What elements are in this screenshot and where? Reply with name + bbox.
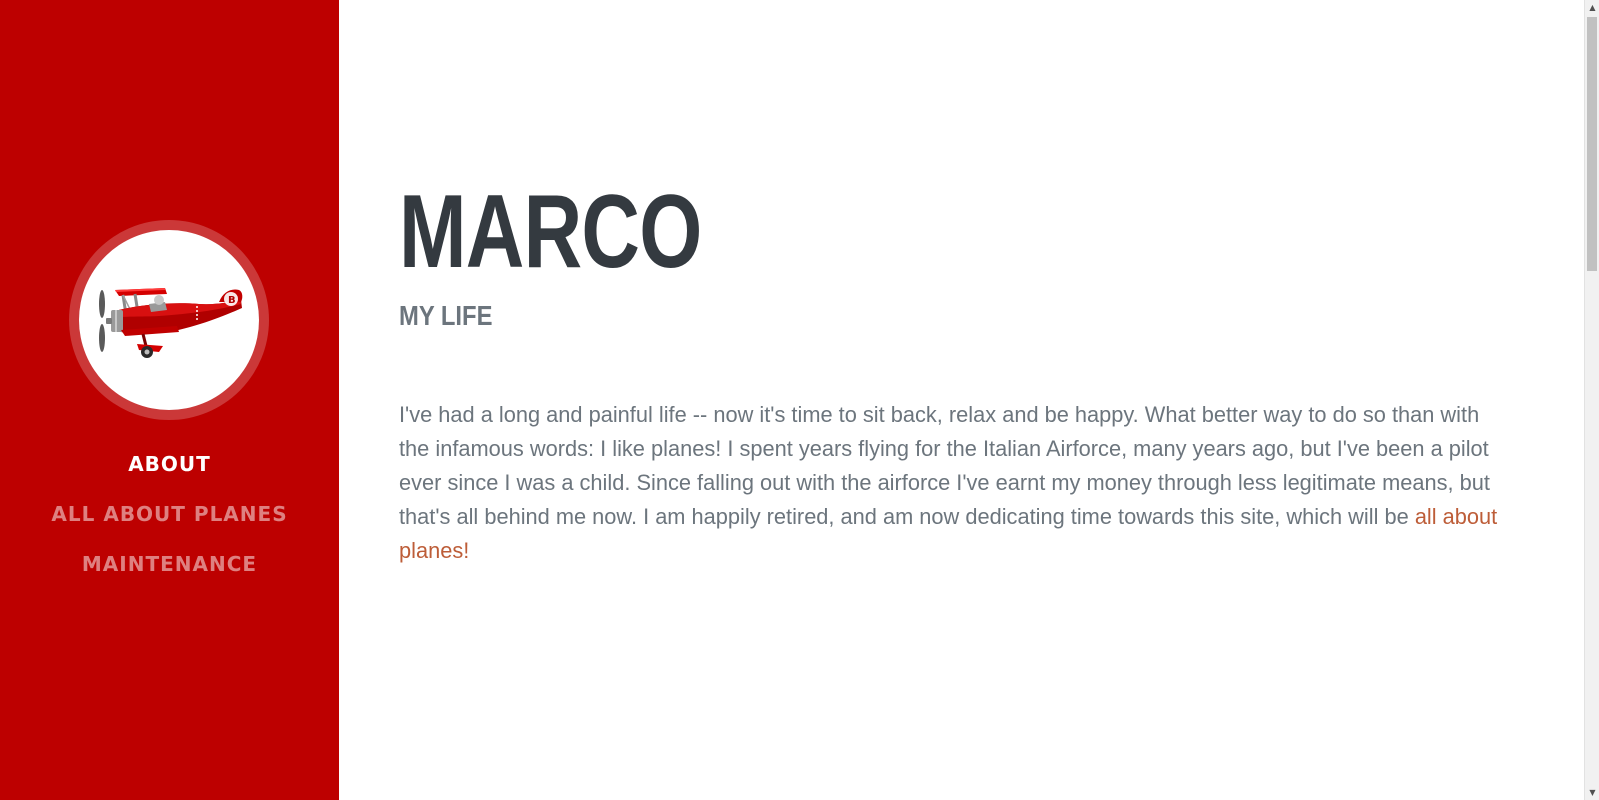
page-title: MARCO — [399, 174, 702, 290]
avatar-image: B — [79, 230, 259, 410]
scroll-thumb[interactable] — [1587, 17, 1597, 271]
bio-paragraph: I've had a long and painful life -- now … — [399, 398, 1511, 568]
vertical-scrollbar[interactable]: ▲ ▼ — [1584, 0, 1599, 800]
bio-text: I've had a long and painful life -- now … — [399, 402, 1490, 529]
nav-link-all-about-planes[interactable]: ALL ABOUT PLANES — [51, 502, 287, 526]
nav-item-maintenance: MAINTENANCE — [0, 543, 339, 593]
nav-link-about[interactable]: ABOUT — [128, 452, 211, 476]
nav-item-all-about-planes: ALL ABOUT PLANES — [0, 493, 339, 543]
sidebar-nav: ABOUT ALL ABOUT PLANES MAINTENANCE — [0, 443, 339, 593]
scroll-up-arrow-icon[interactable]: ▲ — [1585, 0, 1599, 15]
biplane-icon: B — [99, 288, 243, 358]
svg-text:B: B — [228, 295, 236, 306]
page-subtitle: MY LIFE — [399, 300, 493, 331]
avatar[interactable]: B — [69, 220, 269, 420]
scroll-down-arrow-icon[interactable]: ▼ — [1585, 785, 1599, 800]
nav-link-maintenance[interactable]: MAINTENANCE — [82, 552, 257, 576]
sidebar: B ABOUT ALL ABOUT PLANES MAINTENANCE — [0, 0, 339, 800]
nav-item-about: ABOUT — [0, 443, 339, 493]
